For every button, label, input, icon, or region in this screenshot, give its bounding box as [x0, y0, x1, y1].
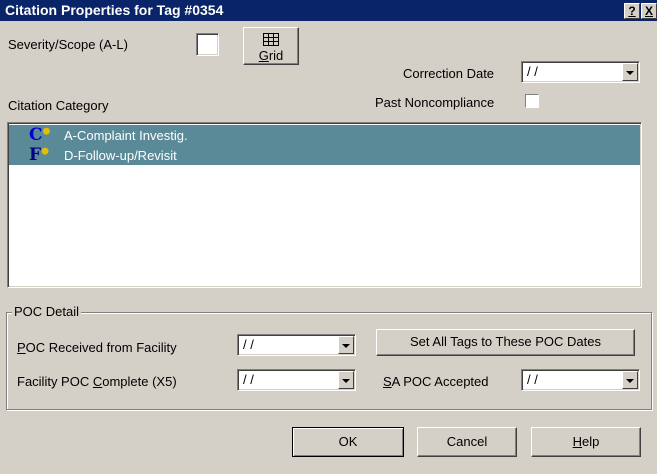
close-button[interactable]: X: [641, 3, 657, 19]
poc-received-label: POC Received from Facility: [17, 340, 177, 355]
follow-up-icon: F●: [29, 145, 49, 165]
facility-poc-complete-label: Facility POC Complete (X5): [17, 374, 177, 389]
chevron-down-icon[interactable]: [338, 371, 354, 389]
citation-category-label: Citation Category: [8, 98, 109, 113]
past-noncompliance-checkbox[interactable]: [525, 94, 539, 108]
ok-button[interactable]: OK: [292, 427, 404, 457]
correction-date-label: Correction Date: [403, 66, 495, 81]
chevron-down-icon[interactable]: [338, 336, 354, 354]
dialog-title: Citation Properties for Tag #0354: [5, 2, 224, 18]
grid-icon: [263, 33, 279, 46]
chevron-down-icon[interactable]: [622, 63, 638, 81]
correction-date-combo[interactable]: / /: [521, 61, 640, 83]
help-title-button[interactable]: ?: [624, 3, 640, 19]
citation-properties-dialog: Citation Properties for Tag #0354 ? X Se…: [0, 0, 657, 474]
poc-received-combo[interactable]: / /: [237, 334, 356, 356]
set-all-tags-button[interactable]: Set All Tags to These POC Dates: [376, 329, 635, 356]
grid-button-label: Grid: [258, 48, 284, 63]
sa-poc-accepted-combo[interactable]: / /: [521, 369, 640, 391]
grid-button[interactable]: Grid: [243, 27, 299, 65]
cancel-button[interactable]: Cancel: [417, 427, 517, 457]
past-noncompliance-label: Past Noncompliance: [375, 95, 495, 110]
poc-detail-title: POC Detail: [12, 304, 82, 319]
facility-poc-complete-combo[interactable]: / /: [237, 369, 356, 391]
complaint-icon: C●: [29, 125, 51, 145]
title-bar: Citation Properties for Tag #0354 ? X: [0, 0, 657, 21]
poc-detail-group: [6, 312, 652, 410]
sa-poc-accepted-label: SA POC Accepted: [383, 374, 489, 389]
severity-label: Severity/Scope (A-L): [8, 37, 128, 52]
list-item[interactable]: F● D-Follow-up/Revisit: [9, 145, 640, 165]
help-button[interactable]: Help: [531, 427, 641, 457]
severity-input[interactable]: [196, 33, 219, 56]
chevron-down-icon[interactable]: [622, 371, 638, 389]
citation-category-list[interactable]: C● A-Complaint Investig. F● D-Follow-up/…: [7, 122, 642, 288]
list-item[interactable]: C● A-Complaint Investig.: [9, 125, 640, 145]
